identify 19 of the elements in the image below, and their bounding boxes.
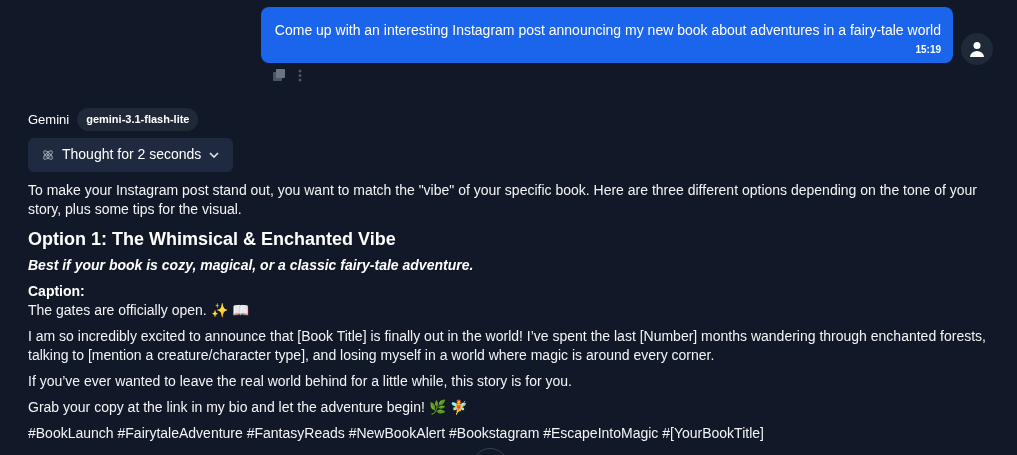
caption-line: The gates are officially open. ✨ 📖 bbox=[28, 300, 250, 320]
paragraph: I am so incredibly excited to announce that [Book Title] is finally out in the world! I’ve spent the last [Number] months wandering through enchanted forests, talking to [mention a creature/character type], and losing myself in a world where magic is around every corner. bbox=[28, 326, 987, 365]
user-message-text: Come up with an interesting Instagram post announcing my new book about adventures in a fairy-tale world bbox=[274, 21, 941, 39]
model-badge: gemini-3.1-flash-lite bbox=[77, 108, 199, 131]
subtitle: Best if your book is cozy, magical, or a classic fairy-tale adventure. bbox=[28, 255, 475, 275]
more-options-icon[interactable] bbox=[297, 69, 302, 82]
message-time: 15:19 bbox=[915, 43, 941, 57]
assistant-name: Gemini bbox=[28, 110, 70, 129]
paragraph: #BookLaunch #FairytaleAdventure #FantasyReads #NewBookAlert #Bookstagram #EscapeIntoMagic #[YourBookTitle] bbox=[28, 423, 765, 443]
paragraph: Grab your copy at the link in my bio and let the adventure begin! 🌿 🧚 bbox=[28, 397, 468, 417]
paragraph: If you’ve ever wanted to leave the real world behind for a little while, this story is for you. bbox=[28, 371, 573, 391]
chevron-down-icon bbox=[209, 151, 220, 158]
user-icon bbox=[969, 41, 985, 57]
paragraph: To make your Instagram post stand out, you want to match the "vibe" of your specific book. Here are three different options depending on the tone of your story, plus some tips for the visual. bbox=[28, 180, 978, 219]
thought-toggle[interactable]: Thought for 2 seconds bbox=[28, 137, 234, 172]
section-heading: Option 1: The Whimsical & Enchanted Vibe bbox=[28, 227, 397, 250]
caption-label: Caption: bbox=[28, 281, 86, 301]
copy-icon[interactable] bbox=[272, 69, 286, 82]
atom-icon bbox=[42, 148, 54, 161]
